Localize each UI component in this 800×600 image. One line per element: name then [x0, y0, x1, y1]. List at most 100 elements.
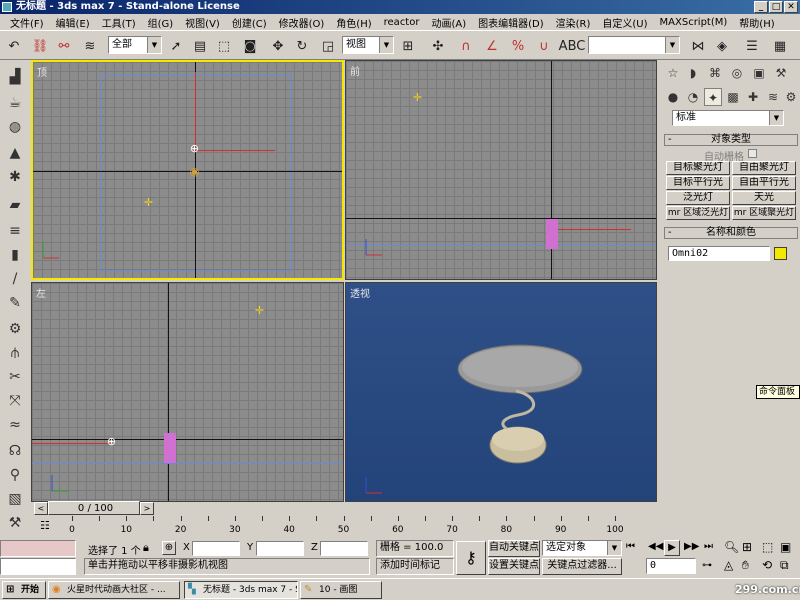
pivot-center-icon[interactable]: ⊞ [398, 36, 418, 56]
zoom-extents-icon[interactable]: ⬚ [762, 540, 773, 554]
stack-icon[interactable]: ≡ [4, 220, 26, 242]
maximize-viewport-icon[interactable]: ⧉ [780, 558, 789, 573]
dynamics-icon[interactable]: ⚲ [4, 464, 26, 486]
object-name-input[interactable]: Omni02 [668, 246, 770, 261]
menu-file[interactable]: 文件(F) [4, 15, 50, 30]
omni-button[interactable]: 泛光灯 [666, 191, 730, 205]
object-color-swatch[interactable] [774, 247, 787, 260]
x-coordinate-input[interactable] [192, 541, 240, 556]
curve-editor-mini-icon[interactable]: ☷ [40, 519, 50, 532]
layer-manager-icon[interactable]: ☰ [742, 36, 762, 56]
rollout-object-type-header[interactable]: - 对象类型 [664, 134, 798, 146]
utilities-tab-icon[interactable]: ⚒ [772, 64, 790, 82]
skylight-button[interactable]: 天光 [732, 191, 796, 205]
track-bar[interactable]: 0 10 20 30 40 50 60 70 80 90 100 [30, 516, 657, 540]
viewport-label[interactable]: 前 [350, 63, 360, 78]
key-mode-icon[interactable]: ⊶ [702, 560, 712, 571]
time-slider-thumb[interactable]: 0 / 100 [48, 501, 140, 515]
start-button[interactable]: ⊞ 开始 [2, 581, 46, 599]
viewport-left[interactable]: 左 ✛ ⊕ [31, 282, 344, 502]
taskbar-item-paint[interactable]: ✎ 10 - 画图 [300, 581, 382, 599]
add-time-tag[interactable]: 添加时间标记 [376, 558, 454, 575]
mr-area-omni-button[interactable]: mr 区域泛光灯 [666, 206, 730, 220]
modify-tab-icon[interactable]: ◗ [684, 64, 702, 82]
menu-graph-editors[interactable]: 图表编辑器(D) [472, 15, 550, 30]
close-button[interactable]: ✕ [784, 1, 798, 13]
z-coordinate-input[interactable] [320, 541, 368, 556]
next-frame-icon[interactable]: > [140, 502, 154, 515]
bones-icon[interactable]: ✂ [4, 366, 26, 388]
cylinder-icon[interactable]: ▮ [4, 244, 26, 266]
hierarchy-tab-icon[interactable]: ⌘ [706, 64, 724, 82]
y-coordinate-input[interactable] [256, 541, 304, 556]
maxscript-listener-white[interactable] [0, 558, 76, 575]
menu-help[interactable]: 帮助(H) [733, 15, 780, 30]
gear-icon[interactable]: ⚙ [4, 318, 26, 340]
next-key-icon[interactable]: ▶▶ [684, 541, 699, 552]
bind-to-space-warp-icon[interactable]: ≋ [80, 36, 100, 56]
menu-rendering[interactable]: 渲染(R) [550, 15, 597, 30]
teapot-icon[interactable]: ☕ [4, 92, 26, 114]
current-frame-input[interactable]: 0 [646, 558, 696, 574]
create-tab-icon[interactable]: ☆ [664, 64, 682, 82]
sphere-icon[interactable]: ◍ [4, 116, 26, 138]
systems-icon[interactable]: ⚙ [782, 88, 800, 106]
select-object-icon[interactable]: ➚ [166, 36, 186, 56]
menu-character[interactable]: 角色(H) [330, 15, 377, 30]
menu-tools[interactable]: 工具(T) [96, 15, 142, 30]
play-icon[interactable]: ▶ [664, 540, 680, 556]
angle-snap-icon[interactable]: ∠ [482, 36, 502, 56]
menu-modifiers[interactable]: 修改器(O) [273, 15, 331, 30]
target-direct-button[interactable]: 目标平行光 [666, 176, 730, 190]
reference-coordinate-dropdown[interactable]: 视图 ▼ [342, 36, 394, 54]
create-box-icon[interactable]: ▟ [4, 66, 26, 88]
named-selection-sets-dropdown[interactable]: ▼ [588, 36, 680, 54]
prev-key-icon[interactable]: ◀◀ [648, 541, 663, 552]
target-spot-button[interactable]: 目标聚光灯 [666, 161, 730, 175]
table-profile[interactable] [546, 219, 558, 249]
selection-filter-dropdown[interactable]: 全部 ▼ [108, 36, 162, 54]
select-and-link-icon[interactable]: ⛓ [30, 36, 50, 56]
hinge-icon[interactable]: ⚒ [4, 512, 26, 534]
menu-animation[interactable]: 动画(A) [425, 15, 472, 30]
viewport-label[interactable]: 左 [36, 285, 46, 300]
maximize-button[interactable]: □ [769, 1, 783, 13]
select-and-manipulate-icon[interactable]: ✣ [428, 36, 448, 56]
percent-snap-icon[interactable]: % [508, 36, 528, 56]
extrude-icon[interactable]: ▰ [4, 194, 26, 216]
curve-editor-icon[interactable]: ▦ [770, 36, 790, 56]
menu-customize[interactable]: 自定义(U) [596, 15, 653, 30]
absolute-mode-icon[interactable]: ⊕ [162, 541, 176, 555]
tripod-icon[interactable]: ⫛ [4, 342, 26, 364]
key-icon[interactable]: ⚷ [456, 541, 486, 575]
set-key-button[interactable]: 设置关键点 [488, 558, 540, 575]
wand-icon[interactable]: / [4, 268, 26, 290]
move-gizmo-icon[interactable]: ⊕ [106, 436, 117, 447]
shapes-icon[interactable]: ◔ [684, 88, 702, 106]
spacewarps-icon[interactable]: ≋ [764, 88, 782, 106]
select-by-name-icon[interactable]: ▤ [190, 36, 210, 56]
omni-light-icon[interactable]: ◉ [189, 166, 200, 177]
zoom-all-icon[interactable]: ⊞ [742, 540, 752, 554]
menu-reactor[interactable]: reactor [378, 17, 426, 28]
goto-start-icon[interactable]: ⏮ [626, 541, 635, 552]
edit-named-selection-icon[interactable]: ABC [559, 36, 586, 56]
goto-end-icon[interactable]: ⏭ [704, 541, 713, 552]
arc-rotate-icon[interactable]: ⟲ [762, 558, 772, 572]
rectangular-selection-icon[interactable]: ⬚ [214, 36, 234, 56]
align-icon[interactable]: ◈ [712, 36, 732, 56]
omni-light-icon[interactable]: ✛ [254, 305, 265, 316]
time-slider[interactable]: < 0 / 100 > [30, 501, 657, 516]
space-warp-icon[interactable]: ≈ [4, 414, 26, 436]
lock-icon[interactable]: 🔒︎ [143, 541, 149, 555]
display-tab-icon[interactable]: ▣ [750, 64, 768, 82]
reactor-icon[interactable]: ☊ [4, 440, 26, 462]
table-profile[interactable] [164, 433, 176, 463]
auto-key-button[interactable]: 自动关键点 [488, 540, 540, 557]
mirror-icon[interactable]: ⋈ [688, 36, 708, 56]
lights-icon[interactable]: ✦ [704, 88, 722, 106]
table-model[interactable] [346, 283, 657, 502]
helper-icon[interactable]: ⤧ [4, 390, 26, 412]
menu-edit[interactable]: 编辑(E) [50, 15, 96, 30]
cameras-icon[interactable]: ▩ [724, 88, 742, 106]
